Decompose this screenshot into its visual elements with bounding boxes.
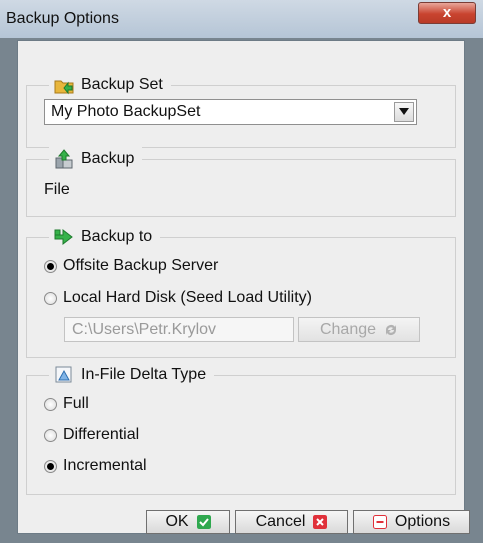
- backup-set-legend: Backup Set: [49, 73, 171, 97]
- radio-label: Incremental: [63, 457, 147, 474]
- close-button[interactable]: x: [418, 2, 476, 24]
- delta-icon: [55, 366, 72, 383]
- check-icon: [196, 515, 211, 529]
- backup-set-label: Backup Set: [81, 76, 163, 93]
- dialog-panel: Backup Set My Photo BackupSet Backup Fil…: [17, 40, 465, 534]
- ok-button[interactable]: OK: [146, 510, 230, 534]
- radio-incremental[interactable]: Incremental: [44, 457, 147, 475]
- radio-button[interactable]: [44, 459, 57, 473]
- refresh-icon: [386, 324, 397, 335]
- title-bar: Backup Options x: [0, 0, 483, 38]
- delta-type-legend: In-File Delta Type: [49, 363, 215, 387]
- green-arrow-icon: [54, 228, 73, 246]
- cancel-button[interactable]: Cancel: [235, 510, 348, 534]
- options-label: Options: [394, 513, 451, 530]
- backup-type-value: File: [44, 181, 70, 198]
- radio-label: Offsite Backup Server: [63, 257, 219, 274]
- radio-local-hard-disk[interactable]: Local Hard Disk (Seed Load Utility): [44, 289, 312, 307]
- options-button[interactable]: Options: [353, 510, 470, 534]
- folder-arrow-icon: [54, 80, 74, 95]
- local-path-value: C:\Users\Petr.Krylov: [72, 321, 217, 338]
- backup-to-label: Backup to: [81, 228, 153, 245]
- radio-button[interactable]: [44, 291, 57, 305]
- backup-to-legend: Backup to: [49, 225, 161, 249]
- radio-offsite-backup-server[interactable]: Offsite Backup Server: [44, 257, 218, 275]
- radio-button[interactable]: [44, 259, 57, 273]
- radio-button[interactable]: [44, 397, 57, 411]
- radio-full[interactable]: Full: [44, 395, 89, 413]
- backup-set-value: My Photo BackupSet: [51, 103, 201, 120]
- radio-button[interactable]: [44, 428, 57, 442]
- backup-source-icon: [55, 149, 73, 169]
- dropdown-arrow-icon[interactable]: [394, 102, 414, 122]
- radio-differential[interactable]: Differential: [44, 426, 139, 444]
- backup-label: Backup: [81, 150, 135, 167]
- delta-type-label: In-File Delta Type: [81, 366, 207, 383]
- local-path-input[interactable]: C:\Users\Petr.Krylov: [64, 317, 294, 342]
- close-icon: [313, 515, 328, 529]
- change-label: Change: [319, 320, 377, 338]
- window-title: Backup Options: [6, 10, 119, 27]
- cancel-label: Cancel: [255, 513, 306, 530]
- backup-options-window: Backup Options x Backup Set My Photo Bac…: [0, 0, 483, 543]
- backup-legend: Backup: [49, 147, 143, 171]
- radio-label: Differential: [63, 426, 140, 443]
- radio-label: Local Hard Disk (Seed Load Utility): [63, 289, 312, 306]
- backup-set-select[interactable]: My Photo BackupSet: [44, 99, 417, 125]
- ok-label: OK: [165, 513, 189, 530]
- change-button[interactable]: Change: [298, 317, 420, 342]
- backup-group: Backup: [26, 147, 456, 217]
- radio-label: Full: [63, 395, 89, 412]
- close-icon: x: [442, 4, 452, 21]
- minus-icon: [372, 515, 387, 529]
